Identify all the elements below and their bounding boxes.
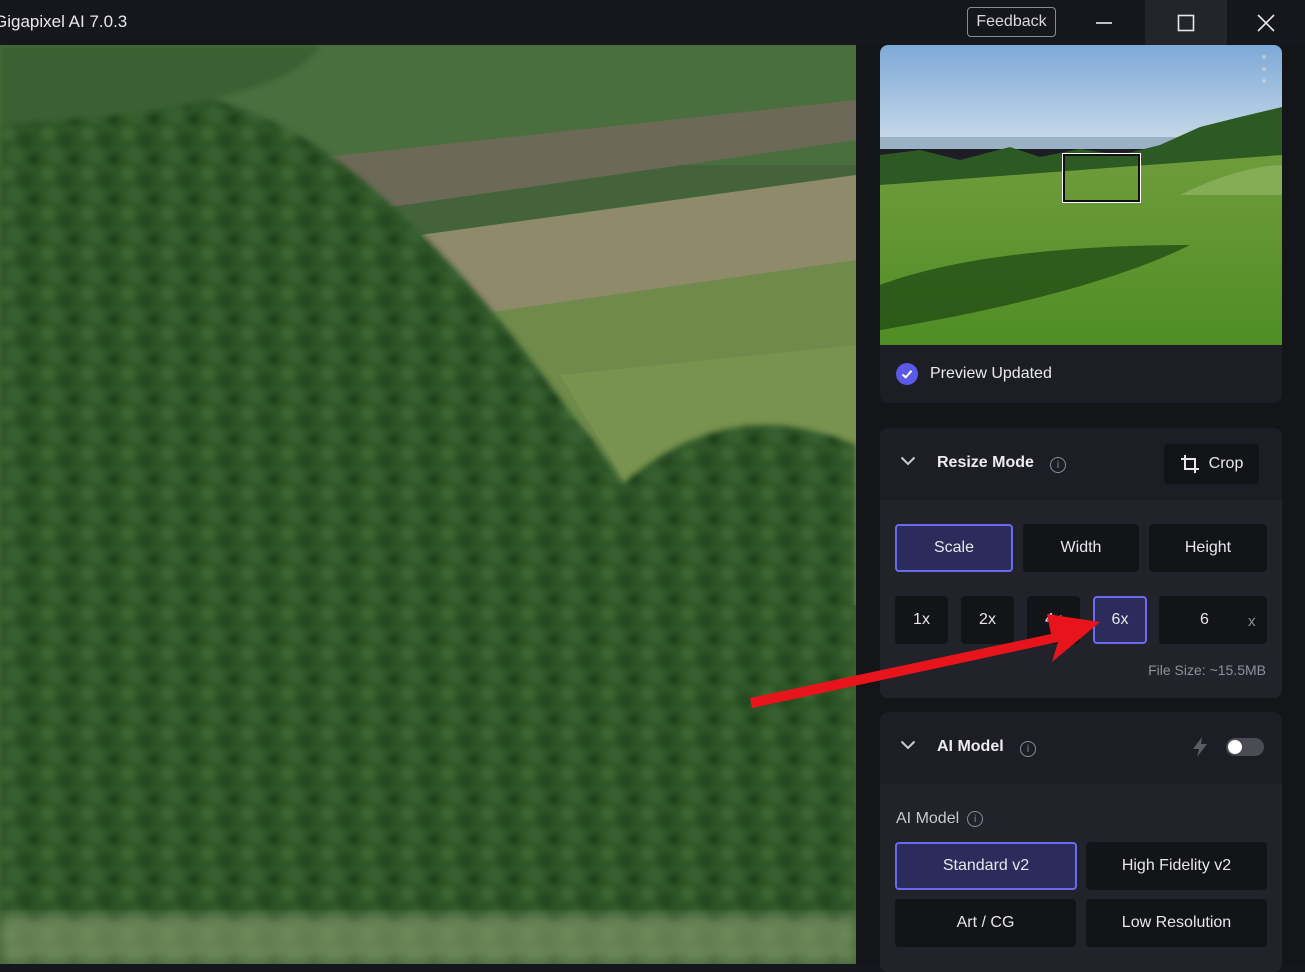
scale-value-text: 6 [1200,611,1209,628]
file-size: File Size: ~15.5MB [1148,662,1266,678]
ai-model-card: AI Model i AI Model i Standard v2 High F… [880,712,1282,972]
chevron-down-icon[interactable] [900,740,916,750]
preset-1x-button[interactable]: 1x [895,596,948,644]
preset-6x-button[interactable]: 6x [1093,596,1147,644]
info-icon[interactable]: i [1020,741,1036,757]
app-title: Gigapixel AI 7.0.3 [0,12,128,31]
resize-mode-title: Resize Mode [937,454,1034,471]
resize-mode-body: Scale Width Height 1x 2x 4x 6x 6 x File … [880,500,1282,698]
scale-suffix: x [1248,613,1256,630]
resize-mode-card: Resize Mode i Crop Scale Width Height 1x… [880,428,1282,698]
ai-model-section-label: AI Model i [896,810,984,828]
model-low-resolution-button[interactable]: Low Resolution [1086,899,1267,947]
title-bar: Gigapixel AI 7.0.3 Feedback [0,0,1305,45]
mode-width-button[interactable]: Width [1023,524,1139,572]
crop-label: Crop [1208,455,1244,472]
model-high-fidelity-v2-button[interactable]: High Fidelity v2 [1086,842,1267,890]
right-panel: Preview Updated Resize Mode i Crop Scale… [856,45,1305,972]
chevron-down-icon[interactable] [900,456,916,466]
close-icon [1257,13,1275,32]
ai-model-title: AI Model [937,738,1004,755]
preview-status-text: Preview Updated [930,365,1052,382]
model-art-cg-button[interactable]: Art / CG [895,899,1076,947]
navigator-viewport-box[interactable] [1062,153,1141,203]
minimize-button[interactable] [1063,0,1145,45]
preview-status: Preview Updated [896,363,1052,385]
crop-icon [1180,455,1199,473]
minimize-icon [1096,21,1112,24]
ai-model-header[interactable]: AI Model i [880,712,1282,785]
image-viewer[interactable] [0,45,856,964]
zoomed-landscape-image [0,45,856,964]
preview-card: Preview Updated [880,45,1282,403]
check-circle-icon [896,363,918,385]
navigator-thumbnail[interactable] [880,45,1282,345]
crop-button[interactable]: Crop [1164,444,1259,484]
resize-mode-header[interactable]: Resize Mode i Crop [880,428,1282,501]
more-vertical-icon[interactable] [1262,55,1268,83]
ai-model-body: AI Model i Standard v2 High Fidelity v2 … [880,784,1282,972]
feedback-button[interactable]: Feedback [967,7,1056,37]
model-standard-v2-button[interactable]: Standard v2 [895,842,1077,890]
info-icon[interactable]: i [1050,457,1066,473]
close-button[interactable] [1227,0,1305,45]
toggle-knob [1228,740,1242,754]
preset-4x-button[interactable]: 4x [1027,596,1080,644]
bolt-icon [1193,737,1207,757]
mode-scale-button[interactable]: Scale [895,524,1013,572]
maximize-button[interactable] [1145,0,1227,45]
mode-height-button[interactable]: Height [1149,524,1267,572]
ai-model-label-text: AI Model [896,810,960,827]
ai-model-toggle[interactable] [1226,738,1264,756]
maximize-icon [1177,14,1195,31]
preset-2x-button[interactable]: 2x [961,596,1014,644]
info-icon[interactable]: i [967,811,984,827]
